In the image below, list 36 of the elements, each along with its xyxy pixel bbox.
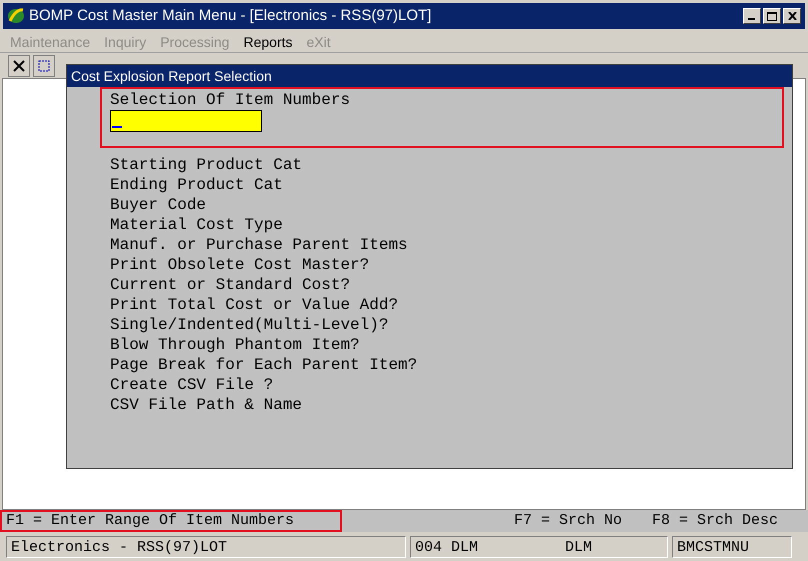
prompt-label: Buyer Code	[110, 195, 208, 215]
prompt-label: Print Total Cost or Value Add?	[110, 295, 400, 315]
select-tool-button[interactable]	[33, 54, 55, 76]
prompt-label: Ending Product Cat	[110, 175, 284, 195]
item-number-field[interactable]	[110, 110, 262, 132]
status-panel: Electronics - RSS(97)LOT	[6, 536, 406, 558]
prompt-label: Print Obsolete Cost Master?	[110, 255, 370, 275]
prompt-label: Starting Product Cat	[110, 155, 304, 175]
field-label: Selection Of Item Numbers	[110, 90, 352, 110]
close-icon	[13, 60, 25, 72]
close-icon	[788, 12, 796, 20]
prompt-label: CSV File Path & Name	[110, 395, 304, 415]
status-text: 004 DLM	[415, 538, 480, 556]
prompt-label: Single/Indented(Multi-Level)?	[110, 315, 390, 335]
prompt-label: Page Break for Each Parent Item?	[110, 355, 418, 375]
maximize-button[interactable]	[763, 8, 781, 24]
status-text: DLM	[565, 538, 592, 556]
dotted-square-icon	[38, 60, 50, 72]
close-tool-button[interactable]	[8, 54, 30, 76]
text-cursor	[112, 126, 122, 128]
prompt-label: Current or Standard Cost?	[110, 275, 352, 295]
menu-item[interactable]: Reports	[243, 32, 292, 52]
prompt-label: Material Cost Type	[110, 215, 284, 235]
app-logo-icon	[7, 7, 25, 25]
close-button[interactable]	[783, 8, 801, 24]
minimize-button[interactable]	[743, 8, 761, 24]
function-key-label: F8 = Srch Desc	[652, 510, 778, 531]
prompt-label: Manuf. or Purchase Parent Items	[110, 235, 409, 255]
maximize-icon	[767, 12, 777, 20]
function-key-label: F7 = Srch No	[514, 510, 622, 531]
hint-text: F1 = Enter Range Of Item Numbers	[0, 510, 342, 532]
dialog-title: Cost Explosion Report Selection	[71, 66, 272, 86]
status-panel: BMCSTMNU	[672, 536, 792, 558]
window-title: BOMP Cost Master Main Menu - [Electronics - RSS(97)LOT]	[29, 6, 432, 26]
prompt-label: Create CSV File ?	[110, 375, 274, 395]
prompt-label: Blow Through Phantom Item?	[110, 335, 361, 355]
